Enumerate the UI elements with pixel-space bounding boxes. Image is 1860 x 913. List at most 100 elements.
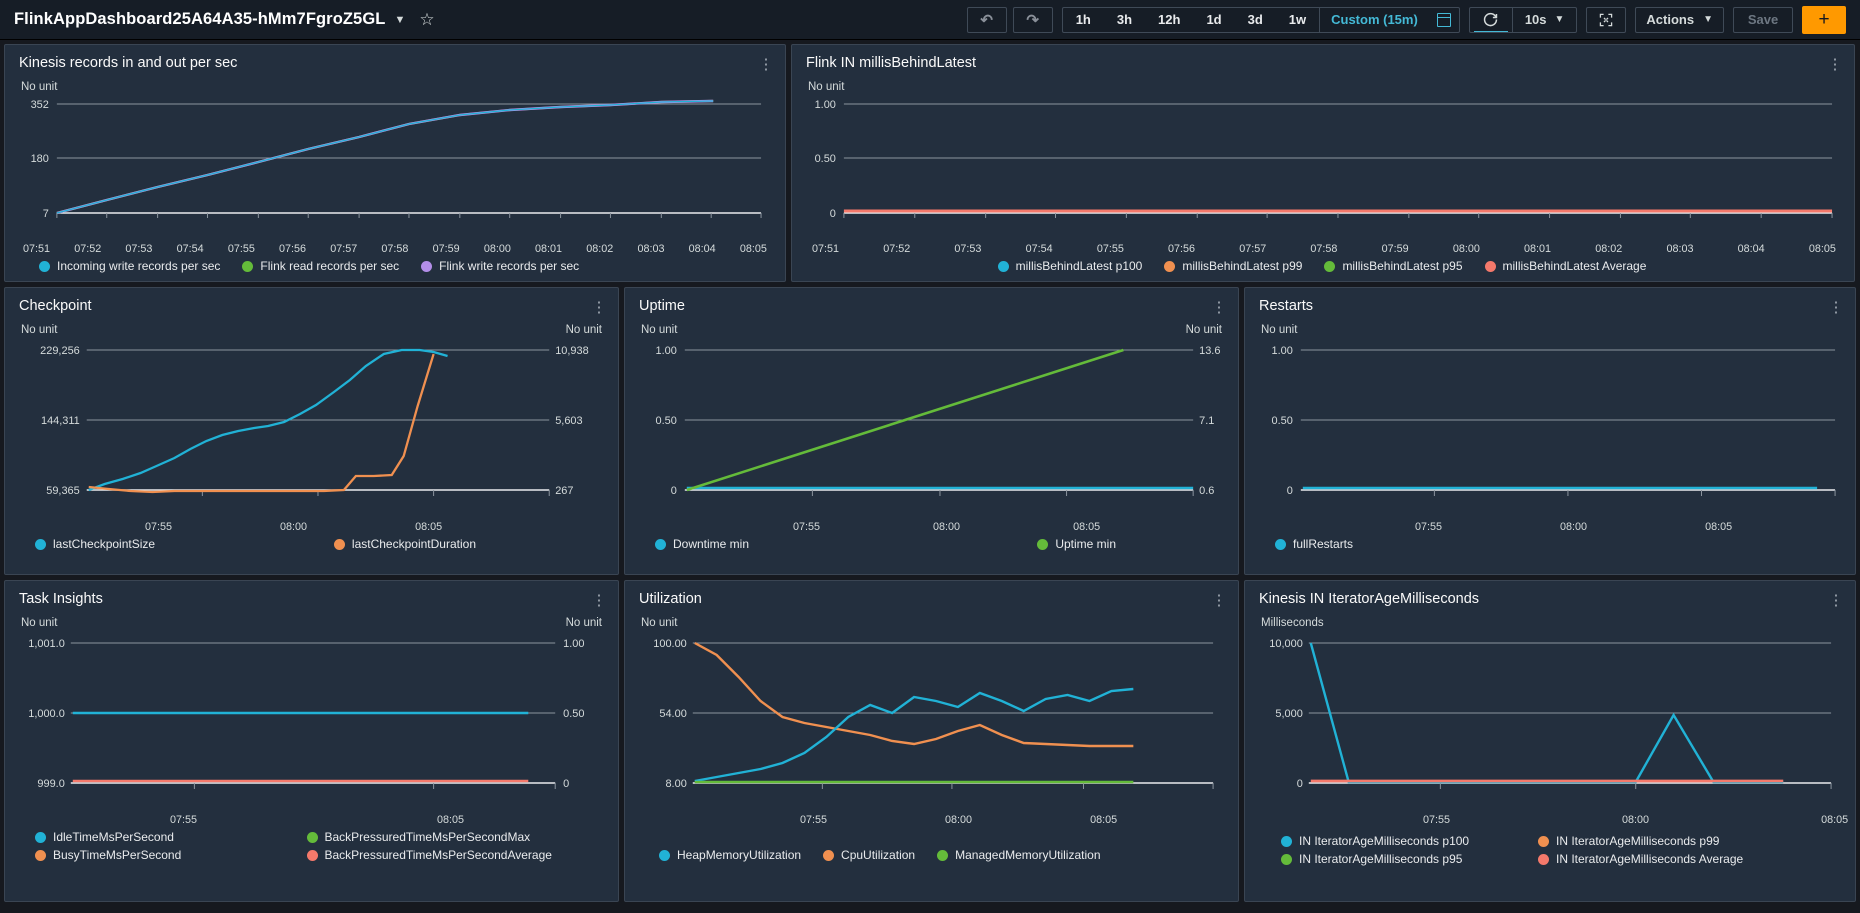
legend-label: fullRestarts	[1293, 537, 1353, 551]
panel-menu-button[interactable]: ⋮	[1827, 298, 1843, 316]
legend-item[interactable]: IN IteratorAgeMilliseconds p100	[1281, 834, 1516, 848]
range-3d[interactable]: 3d	[1235, 8, 1276, 32]
panel-menu-button[interactable]: ⋮	[1210, 298, 1226, 316]
x-tick: 08:05	[437, 814, 464, 826]
actions-dropdown[interactable]: Actions ▼	[1635, 7, 1724, 33]
panel-menu-button[interactable]: ⋮	[1827, 591, 1843, 609]
panel-title: Checkpoint	[19, 298, 92, 314]
x-tick: 07:58	[1310, 243, 1337, 255]
panel-menu-button[interactable]: ⋮	[1826, 55, 1842, 73]
panel-menu-button[interactable]: ⋮	[1210, 591, 1226, 609]
x-tick: 07:54	[177, 243, 204, 255]
panel-uptime: Uptime ⋮ No unit No unit 1.00 0.50 0 13.…	[624, 287, 1239, 575]
x-tick: 07:57	[1239, 243, 1266, 255]
x-axis-ticks: 07:55 08:00 08:05	[1245, 521, 1855, 533]
refresh-group: 10s ▼	[1469, 7, 1578, 33]
range-3h[interactable]: 3h	[1104, 8, 1145, 32]
unit-label-left: No unit	[21, 324, 57, 336]
undo-button[interactable]: ↶	[967, 7, 1007, 33]
panel-title: Restarts	[1259, 298, 1313, 314]
legend-item[interactable]: IN IteratorAgeMilliseconds p99	[1538, 834, 1773, 848]
range-1h[interactable]: 1h	[1063, 8, 1104, 32]
unit-label-left: No unit	[21, 617, 57, 629]
legend-item[interactable]: millisBehindLatest Average	[1485, 259, 1647, 273]
legend-item[interactable]: Downtime min	[655, 537, 749, 551]
fullscreen-button[interactable]	[1586, 7, 1626, 33]
range-1d[interactable]: 1d	[1193, 8, 1234, 32]
y-tick-2: 8.00	[665, 778, 686, 790]
dashboard-title: FlinkAppDashboard25A64A35-hMm7FgroZ5GL	[14, 10, 385, 29]
legend-label: Uptime min	[1055, 537, 1116, 551]
legend-item[interactable]: Flink write records per sec	[421, 259, 579, 273]
x-tick: 07:55	[170, 814, 197, 826]
x-tick: 07:55	[1097, 243, 1124, 255]
panel-menu-button[interactable]: ⋮	[757, 55, 773, 73]
y-tick-2: 0	[830, 208, 836, 220]
unit-label-left: Milliseconds	[1261, 617, 1324, 629]
legend-restarts: fullRestarts	[1245, 533, 1855, 559]
legend-color-swatch	[659, 850, 670, 861]
legend-color-swatch	[823, 850, 834, 861]
legend-item[interactable]: BackPressuredTimeMsPerSecondAverage	[307, 848, 557, 862]
panel-menu-button[interactable]: ⋮	[590, 591, 606, 609]
chart-restarts: 1.00 0.50 0	[1245, 336, 1855, 521]
unit-label-right: No unit	[1186, 324, 1222, 336]
legend-item[interactable]: Flink read records per sec	[242, 259, 399, 273]
x-axis-ticks: 07:55 08:05	[5, 814, 618, 826]
unit-label-left: No unit	[1261, 324, 1297, 336]
legend-task-insights: IdleTimeMsPerSecond BackPressuredTimeMsP…	[5, 826, 618, 870]
panel-menu-button[interactable]: ⋮	[590, 298, 606, 316]
refresh-interval-dropdown[interactable]: 10s ▼	[1512, 8, 1577, 32]
unit-label-left: No unit	[641, 324, 677, 336]
legend-item[interactable]: BusyTimeMsPerSecond	[35, 848, 285, 862]
dashboard-row-3: Task Insights ⋮ No unit No unit 1,001.0 …	[4, 580, 1856, 902]
legend-item[interactable]: IN IteratorAgeMilliseconds Average	[1538, 852, 1773, 866]
y2-tick-2: 0.6	[1199, 485, 1214, 497]
refresh-icon[interactable]	[1470, 8, 1512, 32]
legend-color-swatch	[1037, 539, 1048, 550]
legend-item[interactable]: CpuUtilization	[823, 848, 915, 862]
legend-item[interactable]: IN IteratorAgeMilliseconds p95	[1281, 852, 1516, 866]
y-tick-2: 59,365	[46, 485, 80, 497]
legend-item[interactable]: IdleTimeMsPerSecond	[35, 830, 285, 844]
legend-item[interactable]: HeapMemoryUtilization	[659, 848, 801, 862]
range-12h[interactable]: 12h	[1145, 8, 1193, 32]
x-tick: 07:59	[1382, 243, 1409, 255]
chart-flink-millisbehindlatest: 1.00 0.50 0	[792, 93, 1854, 243]
calendar-icon[interactable]	[1429, 13, 1459, 27]
y-tick-2: 0	[1297, 778, 1303, 790]
save-button[interactable]: Save	[1733, 7, 1793, 33]
panel-title: Flink IN millisBehindLatest	[806, 55, 976, 71]
range-custom[interactable]: Custom (15m)	[1319, 8, 1429, 32]
legend-item[interactable]: Uptime min	[1037, 537, 1116, 551]
y2-tick-1: 7.1	[1199, 415, 1214, 427]
refresh-interval-label: 10s	[1525, 12, 1547, 27]
legend-color-swatch	[35, 539, 46, 550]
chart-uptime: 1.00 0.50 0 13.6 7.1 0.6	[625, 336, 1238, 521]
legend-label: Downtime min	[673, 537, 749, 551]
legend-item[interactable]: Incoming write records per sec	[39, 259, 220, 273]
redo-button[interactable]: ↷	[1013, 7, 1053, 33]
legend-item[interactable]: millisBehindLatest p95	[1324, 259, 1462, 273]
dashboard-title-chevron-down-icon[interactable]: ▼	[394, 14, 405, 26]
x-tick: 08:05	[740, 243, 767, 255]
legend-item[interactable]: fullRestarts	[1275, 537, 1353, 551]
legend-item[interactable]: BackPressuredTimeMsPerSecondMax	[307, 830, 557, 844]
legend-color-swatch	[307, 850, 318, 861]
y-tick-1: 144,311	[41, 415, 80, 427]
x-axis-ticks: 07:55 08:00 08:05	[5, 521, 618, 533]
range-1w[interactable]: 1w	[1276, 8, 1319, 32]
legend-color-swatch	[1324, 261, 1335, 272]
favorite-star-icon[interactable]: ☆	[419, 11, 434, 28]
unit-label-right: No unit	[566, 617, 602, 629]
add-widget-button[interactable]: +	[1802, 6, 1846, 34]
x-tick: 07:55	[1423, 814, 1450, 826]
fullscreen-icon	[1598, 12, 1614, 28]
legend-label: ManagedMemoryUtilization	[955, 848, 1100, 862]
legend-item[interactable]: lastCheckpointSize	[35, 537, 155, 551]
legend-item[interactable]: millisBehindLatest p99	[1164, 259, 1302, 273]
legend-item[interactable]: lastCheckpointDuration	[334, 537, 476, 551]
legend-item[interactable]: millisBehindLatest p100	[998, 259, 1143, 273]
legend-item[interactable]: ManagedMemoryUtilization	[937, 848, 1100, 862]
x-tick: 08:05	[415, 521, 442, 533]
